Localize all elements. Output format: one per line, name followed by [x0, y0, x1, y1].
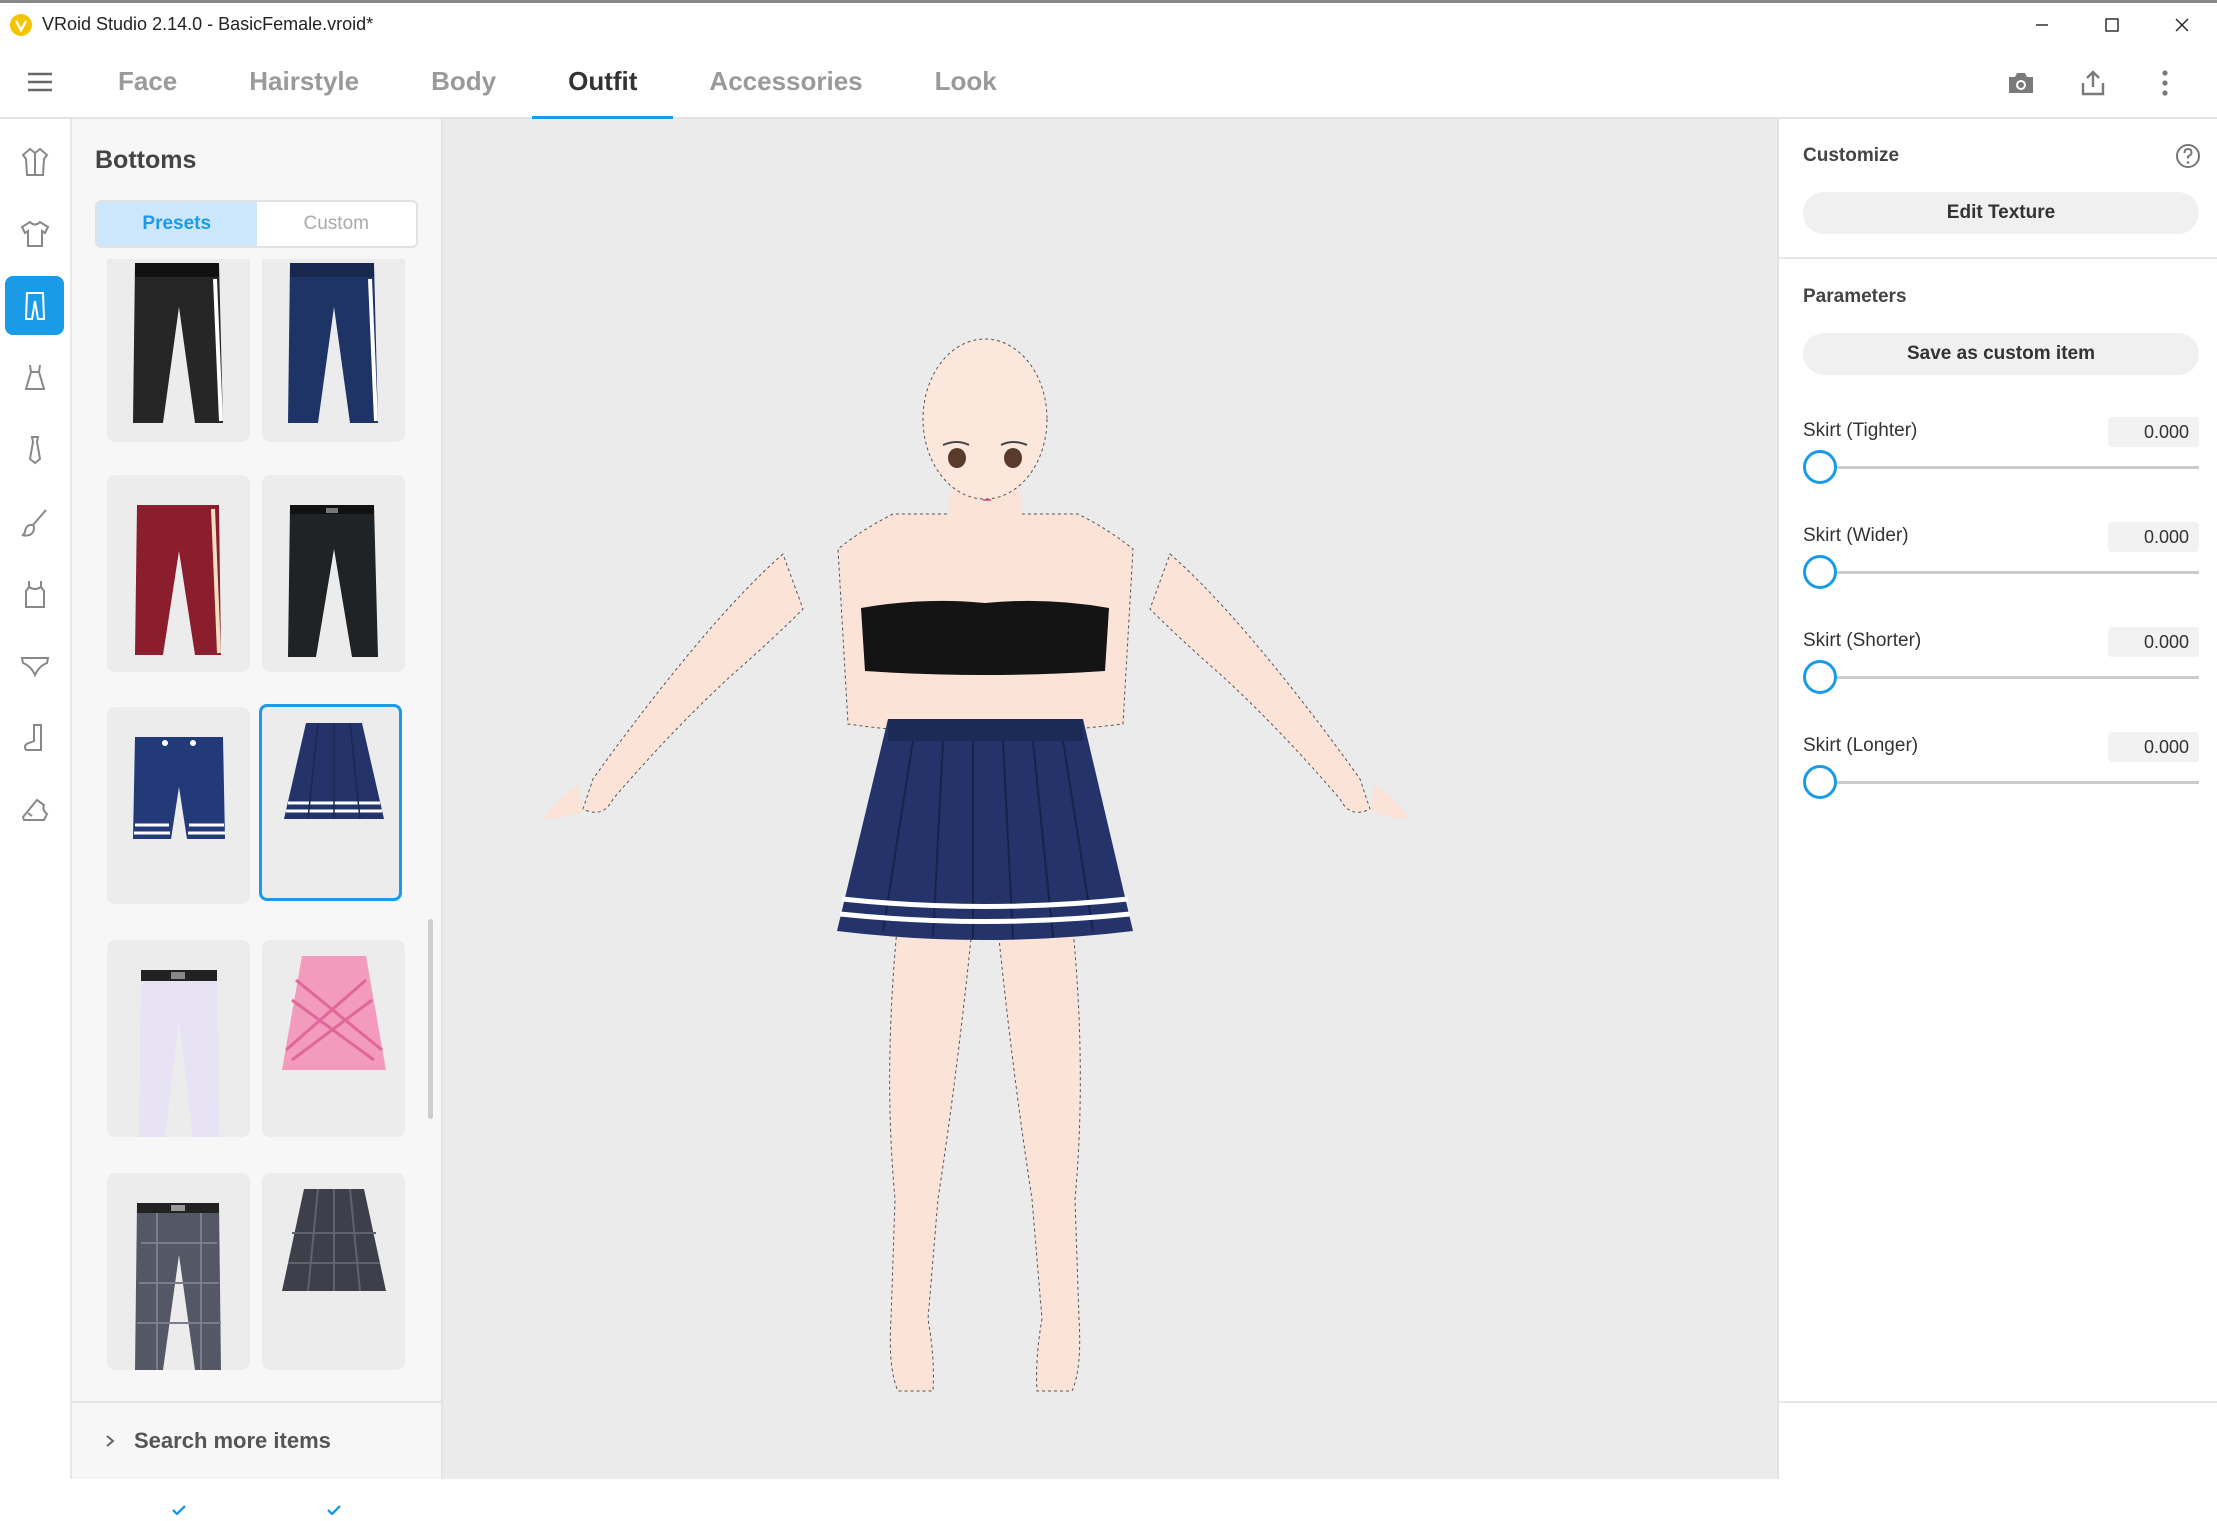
shirt-icon[interactable]	[5, 204, 64, 263]
chevron-right-icon	[106, 1435, 115, 1447]
item-card-black-slacks[interactable]	[262, 475, 405, 672]
param-value-input[interactable]: 0.000	[2108, 417, 2199, 447]
bottoms-panel: Bottoms Presets Custom Search more items	[72, 119, 443, 1515]
export-icon[interactable]	[2075, 65, 2111, 101]
slider-track[interactable]	[1819, 466, 2199, 469]
item-card-white-pants[interactable]	[107, 940, 250, 1137]
tie-icon[interactable]	[5, 420, 64, 479]
param-value-input[interactable]: 0.000	[2108, 732, 2199, 762]
nav-actions	[2003, 46, 2183, 119]
search-more-items[interactable]: Search more items	[72, 1401, 441, 1479]
slider-knob[interactable]	[1803, 555, 1837, 589]
pants-icon[interactable]	[5, 276, 64, 335]
slider-track[interactable]	[1819, 571, 2199, 574]
item-grid-scrollbar[interactable]	[428, 919, 433, 1119]
brush-icon[interactable]	[5, 492, 64, 551]
preset-custom-toggle: Presets Custom	[95, 200, 418, 248]
tank-top-icon[interactable]	[5, 564, 64, 623]
item-card-navy-pants[interactable]	[262, 259, 405, 442]
underwear-icon[interactable]	[5, 636, 64, 695]
item-card-red-pants[interactable]	[107, 475, 250, 672]
dress-icon[interactable]	[5, 348, 64, 407]
top-nav: Face Hairstyle Body Outfit Accessories L…	[0, 45, 2217, 120]
maximize-icon[interactable]	[2077, 3, 2147, 46]
tab-accessories[interactable]: Accessories	[709, 45, 862, 118]
custom-tab[interactable]: Custom	[257, 202, 417, 246]
customize-panel: Customize Edit Texture Parameters Save a…	[1777, 119, 2217, 1479]
search-more-label: Search more items	[134, 1428, 331, 1453]
check-icon	[327, 1505, 341, 1515]
hamburger-menu-icon[interactable]	[0, 45, 80, 118]
tab-hairstyle[interactable]: Hairstyle	[249, 45, 359, 118]
vroid-logo-icon	[10, 13, 32, 36]
tab-outfit[interactable]: Outfit	[531, 45, 674, 120]
close-icon[interactable]	[2147, 3, 2217, 46]
title-bar: VRoid Studio 2.14.0 - BasicFemale.vroid*	[0, 0, 2217, 46]
item-card-pink-plaid-skirt[interactable]	[262, 940, 405, 1137]
help-icon[interactable]	[2175, 143, 2201, 169]
item-card-black-pants[interactable]	[107, 259, 250, 442]
window-controls	[2007, 3, 2217, 46]
shoe-icon[interactable]	[5, 780, 64, 839]
item-card-gray-plaid-pants[interactable]	[107, 1173, 250, 1370]
panel-title: Bottoms	[95, 146, 197, 174]
slider-track[interactable]	[1819, 676, 2199, 679]
item-grid	[72, 259, 443, 1521]
parameters-title: Parameters	[1803, 286, 1907, 307]
param-value-input[interactable]: 0.000	[2108, 627, 2199, 657]
param-label: Skirt (Tighter)	[1803, 420, 1918, 441]
camera-icon[interactable]	[2003, 65, 2039, 101]
more-vertical-icon[interactable]	[2147, 65, 2183, 101]
param-label: Skirt (Wider)	[1803, 525, 1909, 546]
sock-icon[interactable]	[5, 708, 64, 767]
slider-knob[interactable]	[1803, 450, 1837, 484]
item-card-gray-plaid-skirt[interactable]	[262, 1173, 405, 1370]
presets-tab[interactable]: Presets	[97, 202, 257, 246]
divider	[1779, 1401, 2217, 1403]
divider	[1779, 257, 2217, 259]
jacket-icon[interactable]	[5, 132, 64, 191]
window-title: VRoid Studio 2.14.0 - BasicFemale.vroid*	[42, 14, 374, 34]
minimize-icon[interactable]	[2007, 3, 2077, 46]
customize-title: Customize	[1803, 145, 1900, 166]
tab-face[interactable]: Face	[118, 45, 177, 118]
tab-body[interactable]: Body	[431, 45, 496, 118]
param-label: Skirt (Shorter)	[1803, 630, 1922, 651]
param-label: Skirt (Longer)	[1803, 735, 1919, 756]
edit-texture-button[interactable]: Edit Texture	[1803, 192, 2199, 234]
avatar-model	[543, 338, 1410, 1392]
item-card-navy-shorts[interactable]	[107, 707, 250, 904]
slider-knob[interactable]	[1803, 765, 1837, 799]
save-custom-item-button[interactable]: Save as custom item	[1803, 333, 2199, 375]
param-value-input[interactable]: 0.000	[2108, 522, 2199, 552]
slider-track[interactable]	[1819, 781, 2199, 784]
slider-knob[interactable]	[1803, 660, 1837, 694]
tab-look[interactable]: Look	[935, 45, 997, 118]
category-rail	[0, 119, 72, 1479]
check-icon	[172, 1505, 186, 1515]
item-card-navy-pleated-skirt[interactable]	[259, 704, 402, 901]
model-viewport[interactable]	[443, 119, 1777, 1479]
